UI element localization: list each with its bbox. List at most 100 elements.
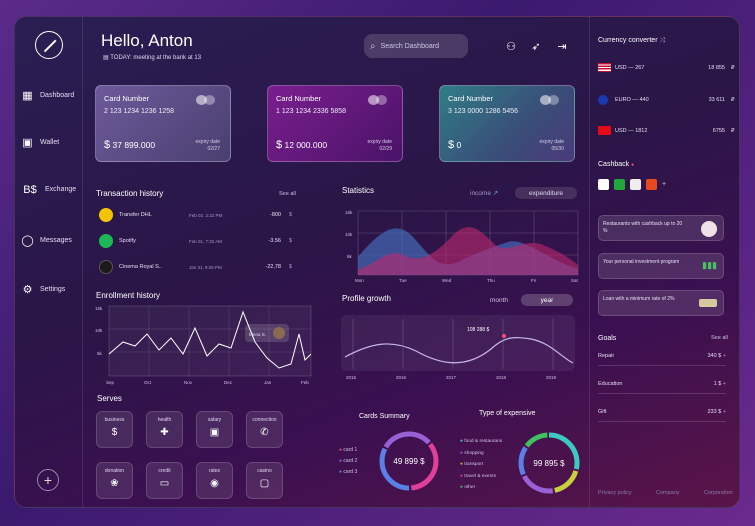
brand-logo-icon[interactable] bbox=[630, 179, 641, 190]
offer-text: Restaurants with cashback up to 20 % bbox=[603, 221, 683, 234]
sidebar-item-exchange[interactable]: B$ Exchange bbox=[21, 183, 76, 196]
cashback-offer[interactable]: Loan with a minimum rate of 2% bbox=[598, 290, 724, 316]
currency-symbol: $ bbox=[276, 139, 283, 151]
transaction-row[interactable]: Transfer DHL Feb 02, 2:22 PM -800 $ bbox=[99, 206, 299, 224]
card-chip-icon bbox=[540, 95, 562, 105]
sidebar-item-messages[interactable]: ◯ Messages bbox=[21, 234, 72, 247]
serve-credit[interactable]: credit ▭ bbox=[146, 462, 183, 499]
cards-summary-legend: ● card 1 ● card 2 ● card 3 bbox=[339, 445, 357, 478]
x-tick: Feb bbox=[301, 380, 309, 385]
goal-item[interactable]: Repair 340 $ + bbox=[598, 353, 726, 366]
credit-card-icon: ▭ bbox=[159, 478, 170, 489]
see-all-link[interactable]: See all bbox=[279, 191, 296, 197]
logout-icon[interactable]: ⇥ bbox=[555, 39, 569, 53]
transaction-date: Feb 01, 7:32 AM bbox=[189, 238, 223, 244]
cashback-brands: + bbox=[598, 179, 666, 190]
goals-see-all-link[interactable]: See all bbox=[711, 335, 728, 341]
medkit-icon: ✚ bbox=[160, 427, 169, 438]
serve-rates[interactable]: rates ◉ bbox=[196, 462, 233, 499]
x-tick: Oct bbox=[144, 380, 152, 385]
sidebar-item-dashboard[interactable]: ▦ Dashboard bbox=[21, 89, 74, 102]
currency-row[interactable]: EURO — 440 33 611 ₽ bbox=[598, 95, 736, 105]
expenditure-toggle[interactable]: expenditure bbox=[515, 187, 577, 199]
corporation-link[interactable]: Corporation bbox=[704, 490, 733, 496]
transaction-currency: $ bbox=[289, 264, 293, 270]
cashback-title-text: Cashback bbox=[598, 161, 630, 168]
brand-logo-icon[interactable] bbox=[598, 179, 609, 190]
legend-label: food & restaurans bbox=[464, 439, 503, 444]
x-tick: Sep bbox=[106, 380, 115, 385]
legend-item: ● food & restaurans bbox=[460, 439, 503, 444]
privacy-policy-link[interactable]: Privacy policy bbox=[598, 490, 632, 496]
card-expiry: expiry date 02/29 bbox=[368, 139, 392, 153]
bank-card[interactable]: Card Number 2 123 1234 1236 1258 $ 37 89… bbox=[95, 85, 231, 162]
tab-year[interactable]: year bbox=[521, 294, 573, 306]
card-number: 1 123 1234 2336 5858 bbox=[276, 108, 347, 115]
legend-item: ● card 1 bbox=[339, 447, 358, 453]
cashback-offer[interactable]: Your personal investment program ▮▮▮ bbox=[598, 253, 724, 279]
serve-health[interactable]: health ✚ bbox=[146, 411, 183, 448]
sidebar-item-wallet[interactable]: ▣ Wallet bbox=[21, 136, 59, 149]
tab-month[interactable]: month bbox=[479, 294, 519, 306]
transaction-row[interactable]: Spotify Feb 01, 7:32 AM -3.56 $ bbox=[99, 232, 299, 250]
page-title: Hello, Anton bbox=[101, 31, 193, 50]
spotify-logo-icon bbox=[99, 234, 113, 248]
transaction-name: Spotify bbox=[119, 238, 136, 244]
goal-item[interactable]: Gift 233 $ + bbox=[598, 409, 726, 422]
cashback-offer[interactable]: Restaurants with cashback up to 20 % bbox=[598, 215, 724, 241]
sidebar-item-label: Wallet bbox=[40, 139, 60, 146]
tooltip-user-name: Elena S. bbox=[249, 332, 266, 337]
x-tick: 2015 bbox=[346, 375, 357, 380]
add-brand-button[interactable]: + bbox=[662, 181, 666, 188]
bank-card[interactable]: Card Number 1 123 1234 2336 5858 $ 12 00… bbox=[267, 85, 403, 162]
y-tick: 10k bbox=[95, 328, 103, 333]
profile-growth-chart: 108 288 $ 2015 2016 2017 2018 2019 bbox=[341, 315, 575, 380]
currency-row[interactable]: USD — 267 18 855 ₽ bbox=[598, 63, 736, 72]
logo-icon[interactable] bbox=[35, 31, 63, 59]
transaction-row[interactable]: Cinema Royal S.. Jan 31, 9:25 PM -22,78 … bbox=[99, 258, 299, 276]
shuffle-icon[interactable]: ⤨ bbox=[659, 37, 665, 44]
serve-donation[interactable]: donation ❀ bbox=[96, 462, 133, 499]
eu-flag-icon bbox=[598, 95, 608, 105]
serve-business[interactable]: business $ bbox=[96, 411, 133, 448]
money-icon bbox=[699, 299, 717, 307]
x-tick: Thu bbox=[487, 278, 495, 283]
transaction-amount: -22,78 bbox=[265, 264, 281, 270]
today-note: ▤ TODAY: meeting at the bank at 13 bbox=[103, 54, 201, 61]
company-link[interactable]: Company bbox=[656, 490, 680, 496]
x-tick: Dec bbox=[224, 380, 233, 385]
currency-symbol: ₽ bbox=[731, 97, 735, 103]
sidebar-item-settings[interactable]: ⚙ Settings bbox=[21, 283, 66, 296]
income-label: income bbox=[470, 190, 491, 197]
brand-logo-icon[interactable] bbox=[614, 179, 625, 190]
currency-value: 6755 bbox=[712, 127, 725, 134]
currency-value: 18 855 bbox=[708, 64, 725, 71]
messages-icon: ◯ bbox=[21, 235, 34, 247]
transaction-amount: -3.56 bbox=[268, 238, 281, 244]
card-balance: $ 37 899.000 bbox=[104, 139, 155, 151]
rocket-icon[interactable]: ➶ bbox=[529, 39, 543, 53]
serve-casino[interactable]: casino ▢ bbox=[246, 462, 283, 499]
bank-card[interactable]: Card Number 3 123 0000 1286 5456 $ 0 exp… bbox=[439, 85, 575, 162]
expiry-date: 02/27 bbox=[207, 146, 220, 152]
serve-salary[interactable]: salary ▣ bbox=[196, 411, 233, 448]
legend-item: ● card 2 bbox=[339, 458, 358, 464]
add-button[interactable]: + bbox=[37, 469, 59, 491]
serve-connection[interactable]: connection ✆ bbox=[246, 411, 283, 448]
main-content: Hello, Anton ▤ TODAY: meeting at the ban… bbox=[83, 17, 589, 507]
sidebar-item-label: Dashboard bbox=[40, 92, 75, 99]
search-input[interactable]: ⌕ Search Dashboard bbox=[364, 34, 468, 58]
currency-pair: USD — 1812 bbox=[615, 127, 648, 134]
goal-item[interactable]: Education 1 $ + bbox=[598, 381, 726, 394]
card-number: 2 123 1234 1236 1258 bbox=[104, 108, 175, 115]
goal-value: 233 $ + bbox=[707, 409, 726, 415]
brand-logo-icon[interactable] bbox=[646, 179, 657, 190]
user-icon[interactable]: ⚇ bbox=[504, 39, 518, 53]
transaction-date: Feb 02, 2:22 PM bbox=[189, 212, 223, 218]
search-icon: ⌕ bbox=[370, 40, 376, 52]
currency-row[interactable]: USD — 1812 6755 ₽ bbox=[598, 126, 736, 135]
serve-label: health bbox=[157, 417, 172, 423]
goal-name: Repair bbox=[598, 353, 615, 359]
wallet-icon: ▣ bbox=[22, 137, 33, 149]
income-toggle[interactable]: income ↗ bbox=[470, 189, 498, 197]
